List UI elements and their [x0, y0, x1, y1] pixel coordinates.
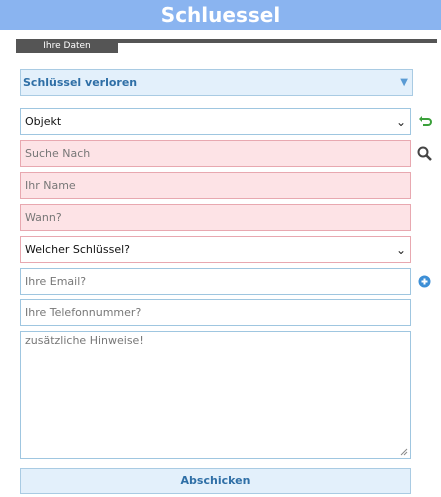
schluessel-select-value: Welcher Schlüssel?: [25, 243, 131, 256]
hinweise-placeholder: zusätzliche Hinweise!: [25, 334, 144, 347]
telefon-input[interactable]: Ihre Telefonnummer?: [20, 299, 411, 326]
ihr-name-placeholder: Ihr Name: [25, 179, 76, 192]
resize-handle-icon[interactable]: [400, 448, 408, 456]
suche-nach-input[interactable]: Suche Nach: [20, 140, 411, 167]
search-icon[interactable]: [417, 146, 432, 164]
chevron-down-icon: ▼: [400, 77, 408, 88]
section-title: Schlüssel verloren: [23, 76, 138, 89]
schluessel-select[interactable]: Welcher Schlüssel? ⌄: [20, 236, 411, 263]
objekt-select[interactable]: Objekt ⌄: [20, 108, 411, 135]
email-input[interactable]: Ihre Email?: [20, 268, 411, 295]
chevron-down-icon: ⌄: [395, 114, 406, 129]
wann-placeholder: Wann?: [25, 211, 62, 224]
email-placeholder: Ihre Email?: [25, 275, 87, 288]
section-header-schluessel-verloren[interactable]: Schlüssel verloren ▼: [20, 69, 413, 96]
chevron-down-icon: ⌄: [395, 242, 406, 257]
hinweise-textarea[interactable]: zusätzliche Hinweise!: [20, 331, 411, 459]
wann-input[interactable]: Wann?: [20, 204, 411, 231]
submit-button[interactable]: Abschicken: [20, 468, 411, 494]
plus-icon[interactable]: [418, 275, 431, 291]
ihr-name-input[interactable]: Ihr Name: [20, 172, 411, 199]
suche-nach-placeholder: Suche Nach: [25, 147, 91, 160]
objekt-select-value: Objekt: [25, 115, 62, 128]
app-title: Schluessel: [0, 0, 441, 30]
refresh-icon[interactable]: [418, 114, 432, 131]
tab-ihre-daten[interactable]: Ihre Daten: [16, 39, 118, 53]
telefon-placeholder: Ihre Telefonnummer?: [25, 306, 142, 319]
